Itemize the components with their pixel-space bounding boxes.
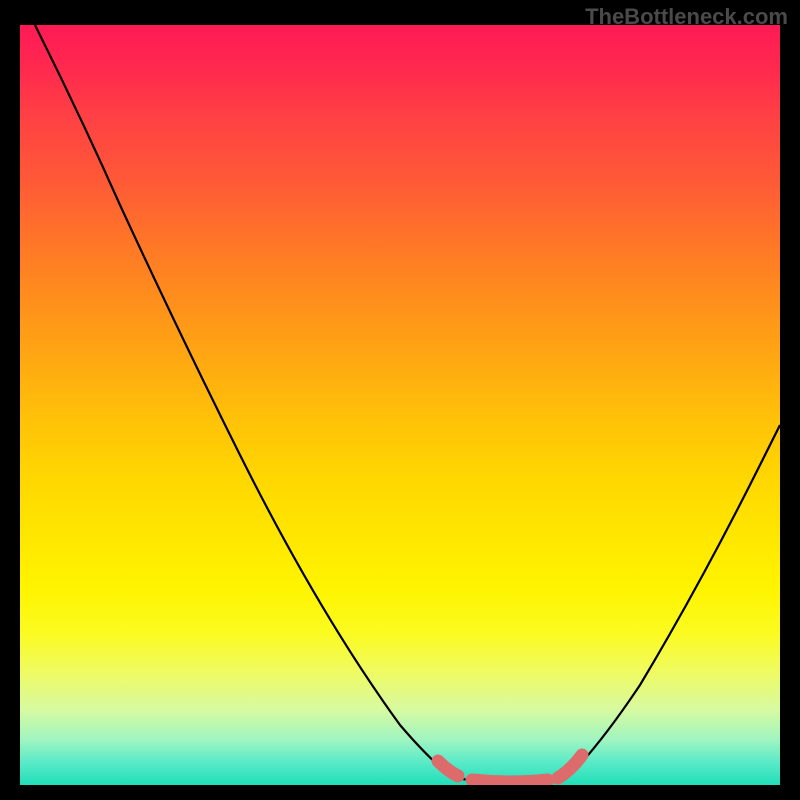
highlight-seg-3 (558, 755, 582, 778)
curve-left-path (35, 25, 452, 777)
highlight-layer (438, 755, 582, 782)
curve-layer (35, 25, 780, 783)
chart-svg (20, 25, 780, 785)
curve-right-path (568, 425, 780, 777)
watermark-text: TheBottleneck.com (585, 4, 788, 30)
highlight-seg-1 (438, 761, 458, 776)
highlight-seg-2 (472, 780, 548, 782)
chart-plot-area (20, 25, 780, 785)
